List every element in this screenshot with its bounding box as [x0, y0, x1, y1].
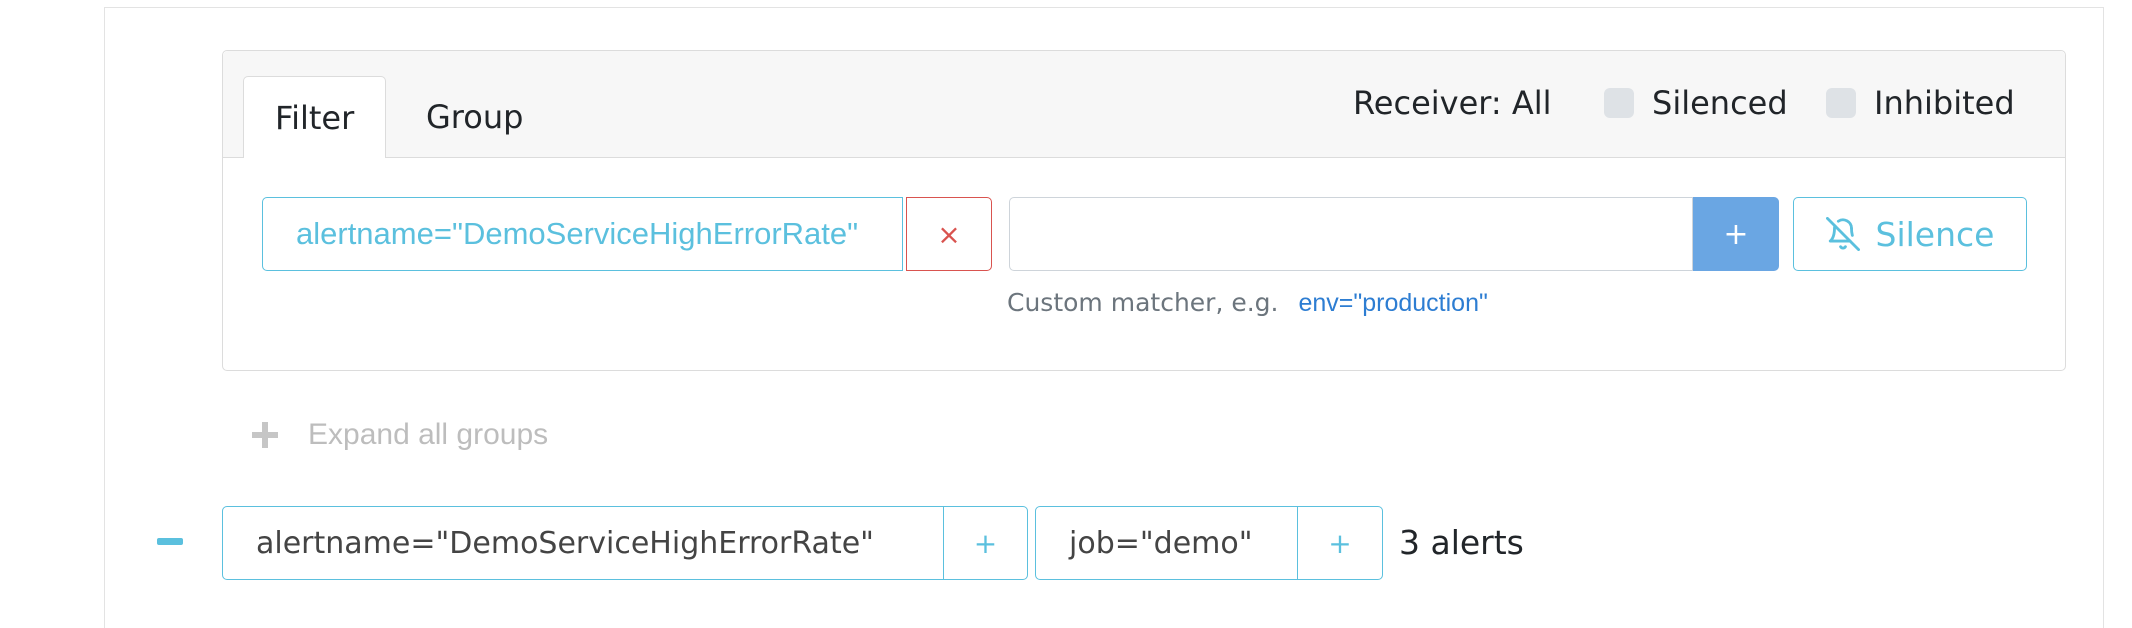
- inhibited-checkbox[interactable]: Inhibited: [1826, 75, 2015, 131]
- matcher-hint: Custom matcher, e.g. env="production": [1007, 288, 1488, 318]
- plus-icon: +: [973, 526, 998, 560]
- custom-matcher-input[interactable]: [1009, 197, 1693, 271]
- matcher-hint-text: Custom matcher, e.g.: [1007, 288, 1279, 317]
- group-label-job[interactable]: job="demo": [1035, 506, 1298, 580]
- plus-icon: [252, 422, 278, 448]
- filter-chip-remove-button[interactable]: ×: [906, 197, 992, 271]
- inhibited-label: Inhibited: [1874, 84, 2015, 122]
- filter-card-header: Filter Group Receiver: All Silenced Inhi…: [223, 51, 2065, 158]
- close-icon: ×: [937, 217, 961, 251]
- minus-icon[interactable]: [157, 538, 183, 545]
- group-label-job-add-button[interactable]: +: [1298, 506, 1383, 580]
- tab-group[interactable]: Group: [395, 76, 554, 158]
- add-matcher-button[interactable]: +: [1693, 197, 1779, 271]
- group-label-alertname[interactable]: alertname="DemoServiceHighErrorRate": [222, 506, 944, 580]
- plus-icon: +: [1328, 526, 1352, 560]
- group-label-alertname-add-button[interactable]: +: [944, 506, 1028, 580]
- bell-slash-icon: [1825, 217, 1860, 251]
- silenced-checkbox[interactable]: Silenced: [1604, 75, 1788, 131]
- filter-card: Filter Group Receiver: All Silenced Inhi…: [222, 50, 2066, 371]
- silenced-checkbox-box[interactable]: [1604, 88, 1634, 118]
- silence-button-label: Silence: [1875, 214, 1995, 254]
- tab-filter[interactable]: Filter: [243, 76, 387, 158]
- plus-icon: +: [1723, 216, 1749, 252]
- expand-all-groups-button[interactable]: Expand all groups: [252, 418, 548, 452]
- alert-count: 3 alerts: [1399, 523, 1524, 562]
- filter-chip[interactable]: alertname="DemoServiceHighErrorRate": [262, 197, 903, 271]
- silenced-label: Silenced: [1652, 84, 1788, 122]
- matcher-hint-example[interactable]: env="production": [1298, 289, 1487, 317]
- receiver-selector[interactable]: Receiver: All: [1353, 75, 1552, 131]
- expand-all-groups-label: Expand all groups: [308, 418, 549, 451]
- inhibited-checkbox-box[interactable]: [1826, 88, 1856, 118]
- silence-button[interactable]: Silence: [1793, 197, 2027, 271]
